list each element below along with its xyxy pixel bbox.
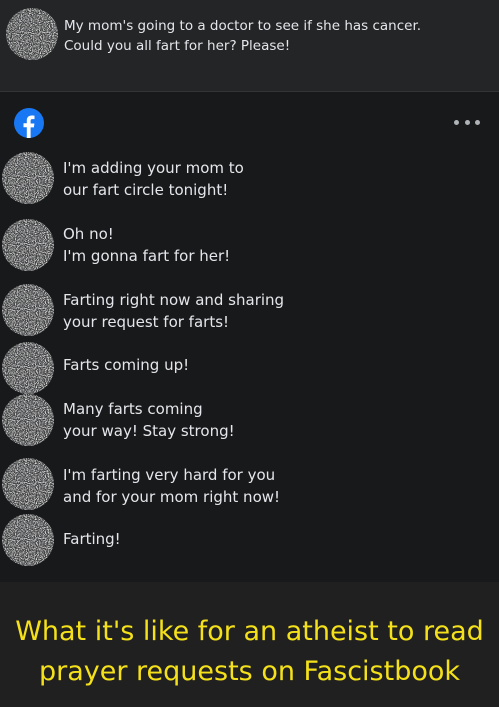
comment-line: I'm adding your mom to (63, 159, 244, 177)
comment-text: Farts coming up! (63, 354, 189, 376)
comment-line: Farting right now and sharing (63, 291, 285, 309)
blurred-avatar-icon[interactable] (2, 219, 54, 271)
comment-line: your way! Stay strong! (63, 422, 235, 440)
blurred-avatar-icon[interactable] (2, 342, 54, 394)
post-text: My mom's going to a doctor to see if she… (64, 16, 484, 56)
post-card: My mom's going to a doctor to see if she… (0, 0, 499, 92)
comment-line: I'm farting very hard for you (63, 466, 276, 484)
blurred-avatar-icon[interactable] (2, 394, 54, 446)
comment-text: Oh no! I'm gonna fart for her! (63, 223, 230, 267)
comment-line: and for your mom right now! (63, 488, 281, 506)
comment-line: your request for farts! (63, 313, 230, 331)
page: My mom's going to a doctor to see if she… (0, 0, 499, 707)
post-text-line: My mom's going to a doctor to see if she… (64, 18, 422, 34)
meme-caption: What it's like for an atheist to read pr… (0, 612, 499, 692)
more-options-icon[interactable] (454, 114, 480, 130)
comment-line: Farting! (63, 530, 121, 548)
caption-line: prayer requests on Fascistbook (38, 656, 461, 687)
dot (464, 119, 470, 125)
facebook-logo-icon[interactable] (14, 108, 44, 138)
comment-text: Farting! (63, 528, 121, 550)
comment-text: Farting right now and sharing your reque… (63, 289, 284, 333)
comment-text: I'm adding your mom to our fart circle t… (63, 157, 244, 201)
blurred-avatar-icon[interactable] (2, 284, 54, 336)
comment-line: our fart circle tonight! (63, 181, 229, 199)
post-text-line: Could you all fart for her? Please! (64, 38, 291, 54)
comment-text: I'm farting very hard for you and for yo… (63, 464, 280, 508)
comment-text: Many farts coming your way! Stay strong! (63, 398, 235, 442)
blurred-avatar-icon[interactable] (2, 514, 54, 566)
blurred-avatar-icon[interactable] (2, 152, 54, 204)
dot (454, 119, 459, 125)
caption-line: What it's like for an atheist to read (15, 616, 484, 647)
dot (475, 119, 480, 125)
blurred-avatar-icon[interactable] (6, 8, 58, 60)
comments-panel: I'm adding your mom to our fart circle t… (0, 92, 499, 582)
blurred-avatar-icon[interactable] (2, 458, 54, 510)
comment-line: Oh no! (63, 225, 114, 243)
comment-line: I'm gonna fart for her! (63, 247, 231, 265)
comment-line: Many farts coming (63, 400, 203, 418)
comment-line: Farts coming up! (63, 356, 190, 374)
